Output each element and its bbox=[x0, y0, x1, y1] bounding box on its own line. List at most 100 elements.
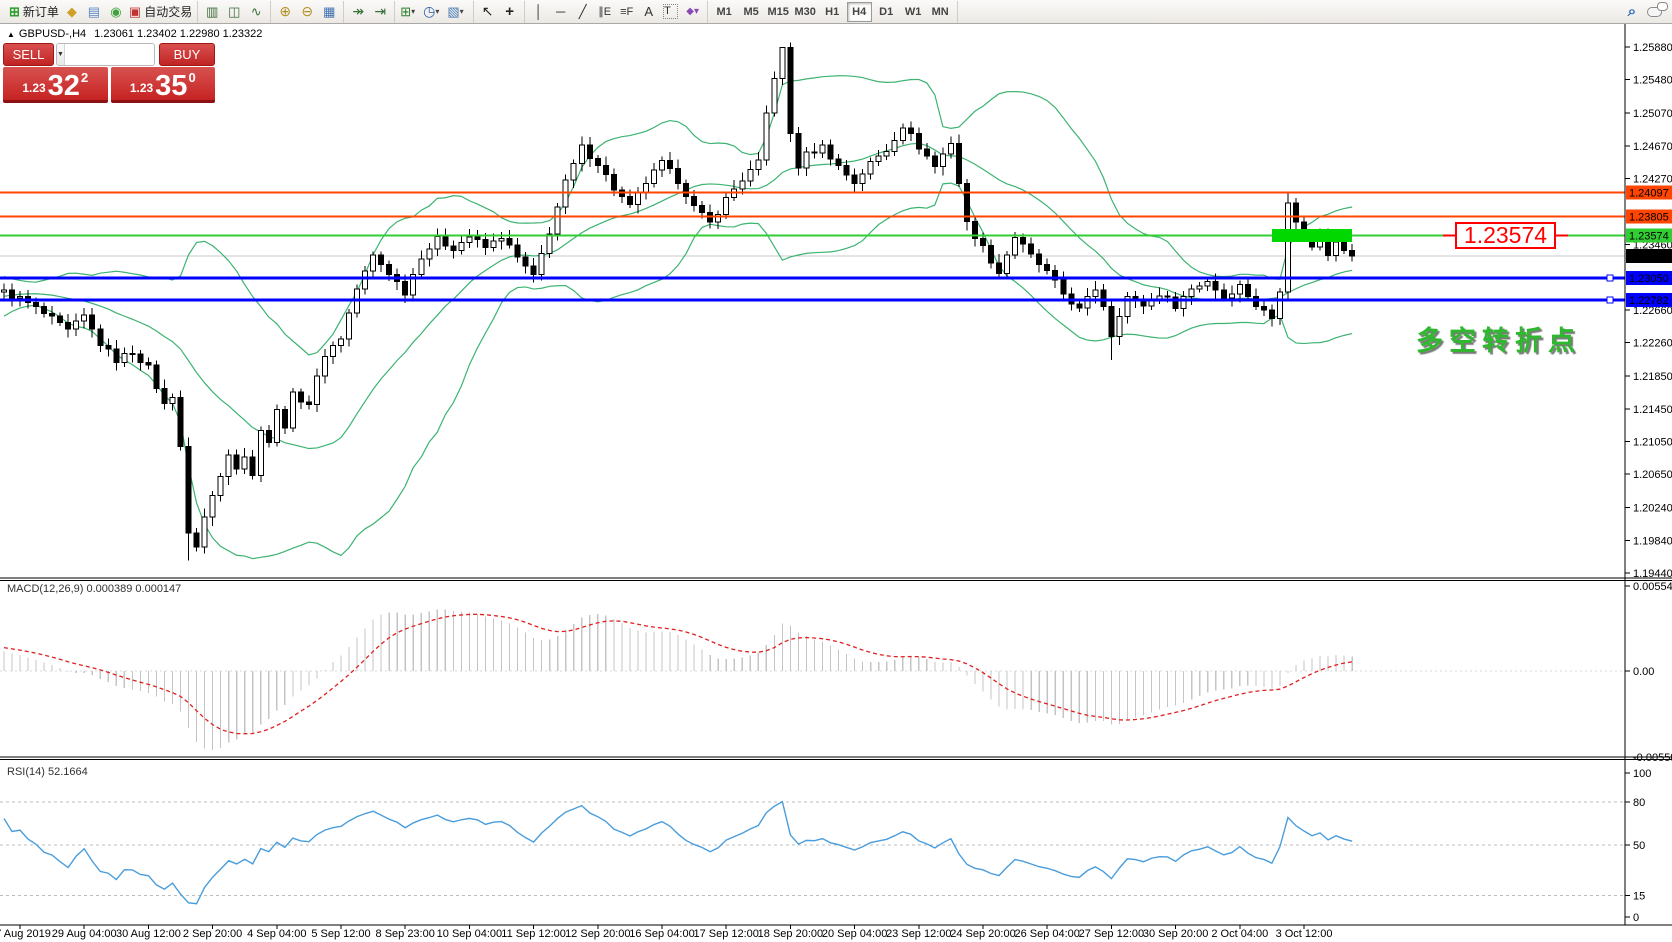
bull-candle bbox=[1237, 284, 1242, 294]
sell-price-small: 1.23 bbox=[22, 81, 45, 95]
bar-chart-button[interactable]: ▥ bbox=[202, 2, 222, 22]
time-tick-label: 4 Sep 04:00 bbox=[247, 928, 306, 940]
bull-candle bbox=[1005, 255, 1010, 273]
bear-candle bbox=[475, 237, 480, 240]
zoom-in-icon: ⊕ bbox=[279, 3, 291, 20]
autotrading-button[interactable]: ▣自动交易 bbox=[128, 2, 193, 22]
timeframe-H4[interactable]: H4 bbox=[847, 2, 872, 22]
bear-candle bbox=[700, 205, 705, 212]
bear-candle bbox=[387, 265, 392, 275]
bull-candle bbox=[371, 255, 376, 271]
price-callout-box[interactable]: 1.23574 bbox=[1455, 222, 1556, 249]
timeframe-H1[interactable]: H1 bbox=[820, 2, 845, 22]
chart-canvas[interactable]: 1.258801.254801.250701.246701.242701.234… bbox=[0, 24, 1672, 942]
line-chart-button[interactable]: ∿ bbox=[246, 2, 266, 22]
zoom-group: ⊕ ⊖ ▦ bbox=[271, 1, 344, 23]
zoom-in-button[interactable]: ⊕ bbox=[275, 2, 295, 22]
bull-candle bbox=[226, 455, 231, 477]
bear-candle bbox=[58, 316, 63, 323]
volume-input[interactable] bbox=[65, 44, 155, 65]
timeframe-D1[interactable]: D1 bbox=[874, 2, 899, 22]
buy-button[interactable]: BUY bbox=[159, 43, 215, 66]
timeframe-MN[interactable]: MN bbox=[928, 2, 953, 22]
new-order-button[interactable]: ⊞新订单 bbox=[8, 2, 60, 22]
macd-signal-line bbox=[4, 614, 1352, 733]
timeframe-group: M1M5M15M30H1H4D1W1MN bbox=[708, 1, 958, 23]
bear-candle bbox=[1293, 203, 1298, 222]
bear-candle bbox=[668, 160, 673, 168]
bull-candle bbox=[322, 357, 327, 377]
timeframe-W1[interactable]: W1 bbox=[901, 2, 926, 22]
line-handle[interactable] bbox=[1607, 275, 1613, 281]
equidistant-channel-button[interactable]: ∥E bbox=[595, 2, 615, 22]
text-button[interactable]: A bbox=[639, 2, 659, 22]
bear-candle bbox=[379, 255, 384, 264]
buy-price-panel[interactable]: 1.23 35 0 bbox=[111, 67, 216, 103]
highlight-segment[interactable] bbox=[1272, 229, 1352, 242]
bear-candle bbox=[98, 329, 103, 345]
chat-button[interactable] bbox=[1644, 2, 1664, 22]
time-tick-label: 12 Sep 20:00 bbox=[565, 928, 630, 940]
ohlc-values: 1.23061 1.23402 1.22980 1.23322 bbox=[94, 28, 262, 40]
timeframe-M5[interactable]: M5 bbox=[739, 2, 764, 22]
price-tick-label: 1.25070 bbox=[1633, 108, 1672, 120]
sell-button[interactable]: SELL bbox=[3, 43, 54, 66]
dropdown-arrow-icon: ▾ bbox=[411, 7, 419, 16]
horizontal-line-icon: ─ bbox=[556, 4, 565, 19]
symbol-period-label: GBPUSD-,H4 bbox=[19, 28, 86, 40]
turning-point-note[interactable]: 多空转折点 bbox=[1416, 319, 1581, 358]
search-button[interactable]: ⌕ bbox=[1622, 2, 1642, 22]
bear-candle bbox=[298, 392, 303, 402]
bear-candle bbox=[1109, 307, 1114, 337]
bull-candle bbox=[756, 160, 761, 170]
bear-candle bbox=[1029, 244, 1034, 254]
templates-button[interactable]: ▧▾ bbox=[446, 2, 468, 22]
candlestick-chart-button[interactable]: ◫ bbox=[224, 2, 244, 22]
bull-candle bbox=[363, 271, 368, 289]
trendline-button[interactable]: ╱ bbox=[573, 2, 593, 22]
bear-candle bbox=[956, 143, 961, 183]
macd-tick-label: -0.005583 bbox=[1633, 752, 1672, 764]
crosshair-button[interactable]: + bbox=[500, 2, 520, 22]
one-click-trading-widget: SELL ▼ ▲ BUY 1.23 32 2 1.23 35 0 bbox=[3, 43, 215, 103]
periodicity-button[interactable]: ◷▾ bbox=[422, 2, 444, 22]
new-chart-button[interactable]: ⊞▾ bbox=[399, 2, 420, 22]
bear-candle bbox=[908, 128, 913, 134]
arrows-button[interactable]: ◆▾ bbox=[683, 2, 703, 22]
timeframe-M1[interactable]: M1 bbox=[712, 2, 737, 22]
bear-candle bbox=[981, 239, 986, 246]
bear-candle bbox=[587, 145, 592, 158]
volume-decrease-button[interactable]: ▼ bbox=[57, 44, 65, 65]
time-tick-label: 24 Sep 20:00 bbox=[950, 928, 1015, 940]
bear-candle bbox=[796, 133, 801, 168]
toolbar-right-group: ⌕ bbox=[1618, 1, 1668, 23]
sell-price-panel[interactable]: 1.23 32 2 bbox=[3, 67, 108, 103]
signal-button[interactable]: ◉ bbox=[106, 2, 126, 22]
bear-candle bbox=[523, 257, 528, 266]
time-tick-label: 29 Aug 04:00 bbox=[52, 928, 117, 940]
chart-shift-button[interactable]: ⇥ bbox=[370, 2, 390, 22]
vertical-line-button[interactable]: │ bbox=[529, 2, 549, 22]
zoom-out-button[interactable]: ⊖ bbox=[297, 2, 317, 22]
cursor-button[interactable]: ↖ bbox=[478, 2, 498, 22]
bar-chart-icon: ▥ bbox=[206, 4, 218, 20]
fibonacci-button[interactable]: ≡F bbox=[617, 2, 637, 22]
horizontal-line-button[interactable]: ─ bbox=[551, 2, 571, 22]
bear-candle bbox=[1245, 284, 1250, 296]
timeframe-M15[interactable]: M15 bbox=[766, 2, 791, 22]
bear-candle bbox=[515, 245, 520, 257]
text-label-button[interactable]: T bbox=[661, 2, 681, 22]
charts-cloud-button[interactable]: ▤ bbox=[84, 2, 104, 22]
collapse-indicator-icon[interactable]: ▲ bbox=[7, 30, 15, 39]
rsi-tick-label: 0 bbox=[1633, 912, 1639, 924]
bear-candle bbox=[1045, 264, 1050, 270]
auto-scroll-button[interactable]: ↠ bbox=[348, 2, 368, 22]
tag-button[interactable]: ◆ bbox=[62, 2, 82, 22]
bull-candle bbox=[571, 164, 576, 180]
timeframe-M30[interactable]: M30 bbox=[793, 2, 818, 22]
price-tick-label: 1.25880 bbox=[1633, 42, 1672, 54]
fibonacci-icon: ≡F bbox=[620, 6, 633, 18]
bear-candle bbox=[178, 398, 183, 447]
line-handle[interactable] bbox=[1607, 297, 1613, 303]
tile-windows-button[interactable]: ▦ bbox=[319, 2, 339, 22]
